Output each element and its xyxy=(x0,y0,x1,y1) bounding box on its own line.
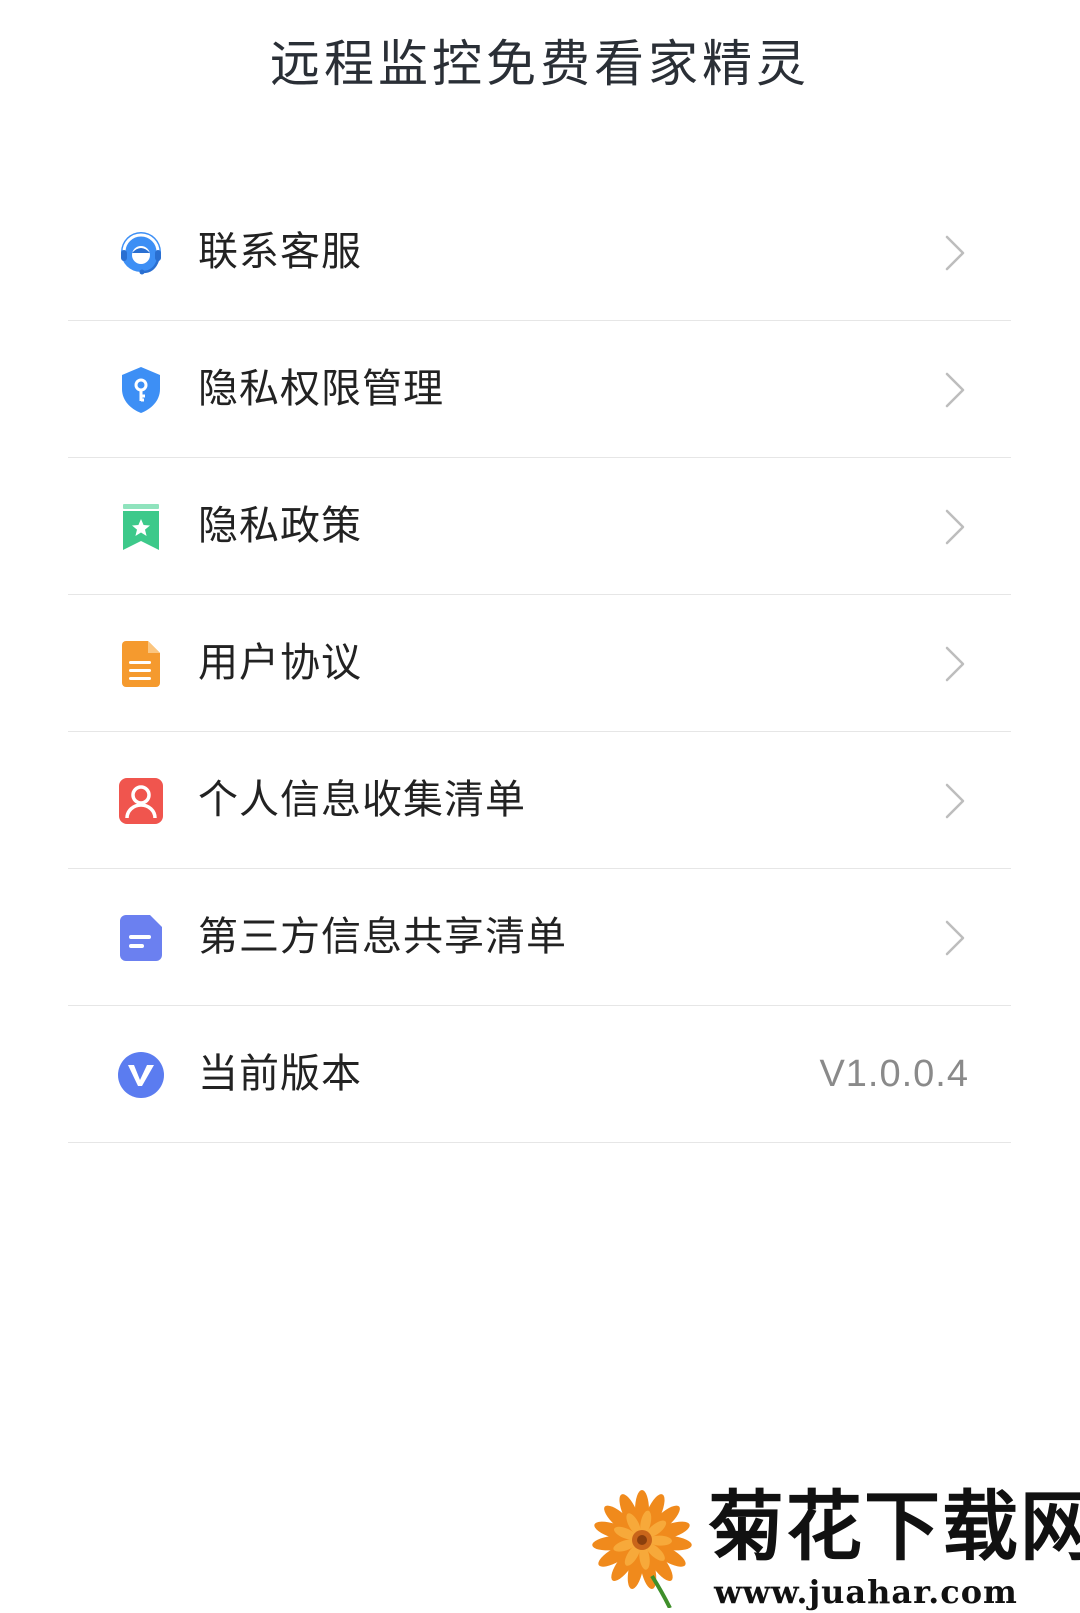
menu-item-label: 隐私政策 xyxy=(198,503,362,549)
chevron-right-icon xyxy=(943,234,967,272)
menu-item-label: 当前版本 xyxy=(198,1051,362,1097)
watermark-title: 菊花下载网 xyxy=(708,1482,1080,1571)
note-icon xyxy=(116,913,166,963)
menu-item-label: 联系客服 xyxy=(198,229,362,275)
chevron-right-icon xyxy=(943,371,967,409)
chrysanthemum-flower-icon xyxy=(590,1488,700,1609)
menu-item-label: 隐私权限管理 xyxy=(198,366,444,412)
chevron-right-icon xyxy=(943,782,967,820)
menu-item-third-party-sharing-list[interactable]: 第三方信息共享清单 xyxy=(68,869,1011,1006)
bookmark-star-icon xyxy=(116,502,166,552)
shield-key-icon xyxy=(116,365,166,415)
menu-item-contact-service[interactable]: 联系客服 xyxy=(68,184,1011,321)
watermark-url: www.juahar.com xyxy=(714,1573,1018,1611)
chevron-right-icon xyxy=(943,919,967,957)
menu-item-current-version: 当前版本 V1.0.0.4 xyxy=(68,1006,1011,1143)
menu-item-privacy-permissions[interactable]: 隐私权限管理 xyxy=(68,321,1011,458)
version-v-icon xyxy=(116,1050,166,1100)
page-title: 远程监控免费看家精灵 xyxy=(270,35,810,93)
menu-item-label: 用户协议 xyxy=(198,640,362,686)
settings-menu: 联系客服 隐私权限管理 隐私政策 用户协议 个人信息收集清单 第三方信息共享清单… xyxy=(68,184,1011,1143)
chevron-right-icon xyxy=(943,508,967,546)
menu-item-label: 个人信息收集清单 xyxy=(198,777,526,823)
menu-item-label: 第三方信息共享清单 xyxy=(198,914,567,960)
menu-item-user-agreement[interactable]: 用户协议 xyxy=(68,595,1011,732)
customer-service-icon xyxy=(116,228,166,278)
chevron-right-icon xyxy=(943,645,967,683)
version-value: V1.0.0.4 xyxy=(819,1053,969,1095)
document-icon xyxy=(116,639,166,689)
watermark: 菊花下载网 www.juahar.com xyxy=(590,1480,1080,1613)
user-card-icon xyxy=(116,776,166,826)
menu-item-personal-info-list[interactable]: 个人信息收集清单 xyxy=(68,732,1011,869)
menu-item-privacy-policy[interactable]: 隐私政策 xyxy=(68,458,1011,595)
